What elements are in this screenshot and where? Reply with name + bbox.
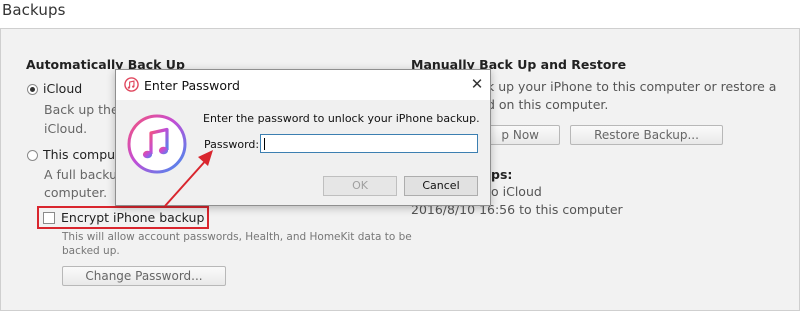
annotation-arrow (164, 150, 213, 207)
